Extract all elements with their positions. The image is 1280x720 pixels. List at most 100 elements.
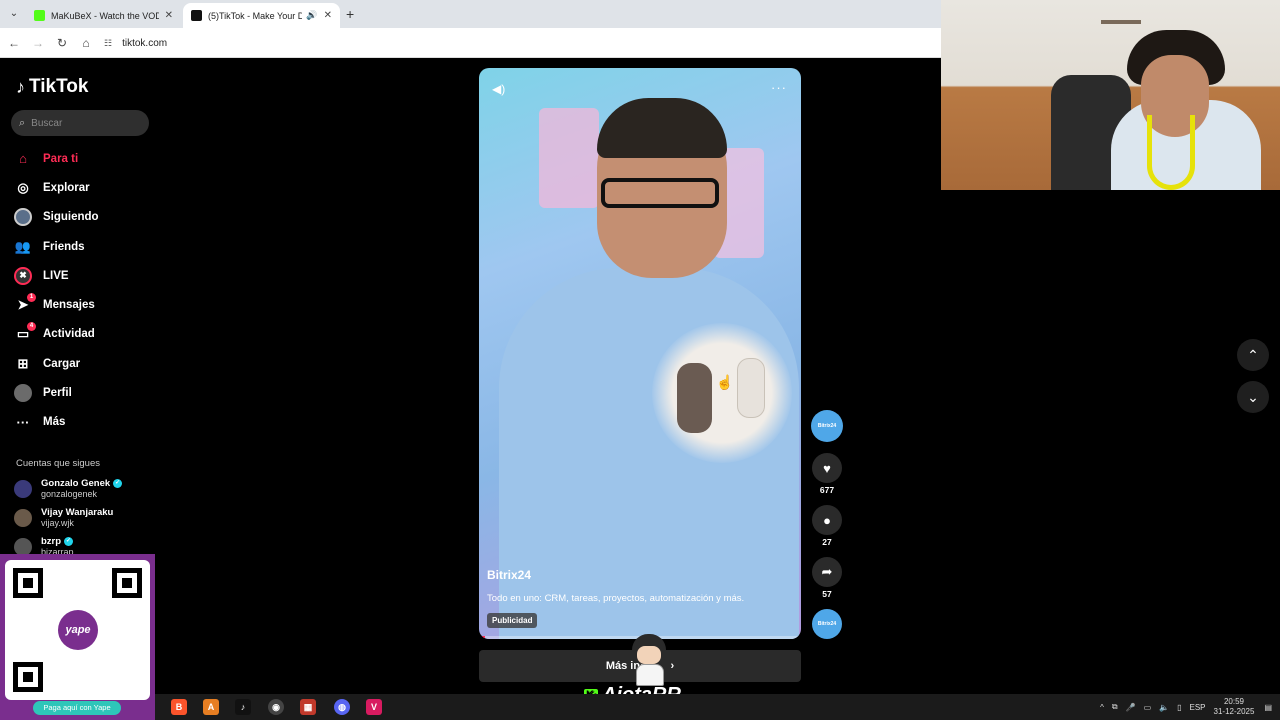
app-red-icon[interactable]: ▦ — [300, 699, 316, 715]
sidebar-item-label: LIVE — [43, 269, 69, 282]
creator-avatar-text: Bitrix24 — [817, 423, 837, 429]
close-tab-icon[interactable]: ✕ — [165, 10, 173, 21]
next-video-button[interactable]: ⌄ — [1237, 381, 1269, 413]
following-icon — [14, 208, 32, 227]
browser-tab-makubex[interactable]: MaKuBeX - Watch the VOD on ✕ — [26, 3, 181, 28]
live-icon: ✖ — [14, 266, 32, 285]
close-tab-icon[interactable]: ✕ — [324, 10, 332, 21]
sidebar-item-actividad[interactable]: ▭ 4 Actividad — [14, 320, 154, 349]
home-icon[interactable]: ⌂ — [78, 35, 94, 51]
network-icon[interactable]: ⧉ — [1112, 702, 1118, 712]
sidebar-item-friends[interactable]: 👥 Friends — [14, 232, 154, 261]
logo-text: TikTok — [29, 76, 89, 97]
profile-icon — [14, 384, 32, 403]
following-handle: vijay.wjk — [41, 518, 74, 528]
volume-icon[interactable]: 🔈 — [1159, 703, 1169, 712]
sidebar-item-mas[interactable]: ··· Más — [14, 408, 154, 437]
app-a-icon[interactable]: A — [203, 699, 219, 715]
sidebar-item-label: Cargar — [43, 357, 81, 370]
qr-finder — [13, 662, 43, 692]
activity-badge: 4 — [27, 322, 36, 332]
video-inset-image — [652, 323, 792, 463]
sidebar-item-mensajes[interactable]: ➤ 1 Mensajes — [14, 290, 154, 319]
sidebar-menu: ⌂ Para ti ◎ Explorar Siguiendo 👥 Friends… — [14, 144, 154, 437]
sidebar-item-para-ti[interactable]: ⌂ Para ti — [14, 144, 154, 173]
upload-icon: ⊞ — [17, 355, 29, 371]
sidebar-item-label: Más — [43, 416, 66, 429]
reload-icon[interactable]: ↻ — [54, 35, 70, 51]
following-item[interactable]: Gonzalo Genek ✓ gonzalogenek — [14, 474, 154, 503]
tiktok-app-icon[interactable]: ♪ — [235, 699, 251, 715]
sidebar-item-label: Para ti — [43, 152, 79, 165]
sidebar-item-siguiendo[interactable]: Siguiendo — [14, 203, 154, 232]
address-bar[interactable]: ☷ tiktok.com — [104, 32, 934, 54]
search-icon: ⌕ — [19, 116, 26, 129]
tab-search-button[interactable]: ⌄ — [6, 6, 22, 22]
following-item[interactable]: Vijay Wanjaraku vijay.wjk — [14, 503, 154, 532]
microphone-icon[interactable]: 🎤 — [1126, 703, 1136, 712]
clock[interactable]: 20:59 31-12-2025 — [1214, 697, 1255, 717]
sidebar-item-cargar[interactable]: ⊞ Cargar — [14, 349, 154, 378]
chevron-up-icon[interactable]: ^ — [1100, 703, 1104, 712]
new-tab-button[interactable]: + — [346, 6, 354, 22]
sound-avatar[interactable]: Bitrix24 — [812, 609, 842, 639]
windows-taskbar: B A ♪ ◉ ▦ ◍ V ^ ⧉ 🎤 ▭ 🔈 ▯ ESP 20:59 31-1… — [155, 694, 1280, 720]
battery-icon[interactable]: ▯ — [1177, 703, 1181, 712]
webcam-frame — [1147, 115, 1195, 190]
site-info-icon[interactable]: ☷ — [104, 38, 112, 49]
video-frame — [597, 98, 727, 158]
browser-tab-tiktok[interactable]: (5)TikTok - Make Your Day 🔊 ✕ — [183, 3, 340, 28]
chevron-down-icon: ⌄ — [1247, 388, 1259, 405]
sidebar-item-explorar[interactable]: ◎ Explorar — [14, 173, 154, 202]
tab-audio-icon[interactable]: 🔊 — [306, 10, 317, 21]
clock-date: 31-12-2025 — [1213, 707, 1255, 716]
previous-video-button[interactable]: ⌃ — [1237, 339, 1269, 371]
qr-code: yape — [5, 560, 150, 700]
comment-button[interactable]: ● — [812, 505, 842, 535]
chevron-up-icon: ⌃ — [1247, 346, 1259, 363]
back-icon[interactable]: ← — [6, 35, 22, 51]
video-progress-fill — [479, 636, 486, 639]
tiktok-note-icon: ♪ — [16, 76, 25, 97]
qr-finder — [112, 568, 142, 598]
search-box[interactable]: ⌕ — [11, 110, 149, 136]
mouse-cursor-icon: ☝ — [716, 374, 734, 390]
url-text: tiktok.com — [122, 37, 168, 49]
search-input[interactable] — [31, 117, 132, 129]
tiktok-logo[interactable]: ♪ TikTok — [16, 76, 88, 98]
brave-icon[interactable]: B — [171, 699, 187, 715]
tab-title: (5)TikTok - Make Your Day — [208, 10, 303, 21]
following-header: Cuentas que sigues — [16, 458, 100, 469]
following-list: Gonzalo Genek ✓ gonzalogenek Vijay Wanjar… — [14, 474, 154, 561]
like-button[interactable]: ♥ — [812, 453, 842, 483]
ad-label: Publicidad — [487, 613, 538, 628]
verified-icon: ✓ — [113, 479, 123, 488]
sidebar-item-live[interactable]: ✖ LIVE — [14, 261, 154, 290]
volume-icon[interactable]: ◀) — [492, 82, 505, 96]
yape-qr-panel: yape Paga aquí con Yape — [0, 554, 155, 720]
language-indicator[interactable]: ESP — [1190, 703, 1206, 712]
home-icon: ⌂ — [19, 151, 27, 167]
discord-icon[interactable]: ◍ — [334, 699, 350, 715]
heart-icon: ♥ — [823, 460, 831, 476]
share-button[interactable]: ➦ — [812, 557, 842, 587]
yape-logo: yape — [58, 610, 98, 650]
app-v-icon[interactable]: V — [366, 699, 382, 715]
creator-avatar[interactable]: Bitrix24 — [811, 410, 843, 442]
display-icon[interactable]: ▭ — [1144, 703, 1152, 712]
following-name: Vijay Wanjaraku — [41, 507, 114, 518]
more-options-icon[interactable]: ··· — [771, 80, 787, 95]
like-count: 677 — [819, 485, 835, 495]
tab-title: MaKuBeX - Watch the VOD on — [51, 10, 159, 21]
share-icon: ➦ — [821, 564, 833, 579]
sidebar-item-perfil[interactable]: Perfil — [14, 378, 154, 407]
comment-icon: ● — [823, 512, 831, 528]
obs-icon[interactable]: ◉ — [268, 699, 284, 715]
video-player[interactable]: ◀) ··· Bitrix24 Todo en uno: CRM, tareas… — [479, 68, 801, 639]
qr-pattern: yape — [13, 568, 142, 692]
notifications-icon[interactable]: ▤ — [1264, 703, 1272, 712]
video-author[interactable]: Bitrix24 — [487, 568, 531, 582]
comment-count: 27 — [822, 537, 832, 547]
sidebar-item-label: Mensajes — [43, 299, 95, 312]
forward-icon[interactable]: → — [30, 35, 46, 51]
